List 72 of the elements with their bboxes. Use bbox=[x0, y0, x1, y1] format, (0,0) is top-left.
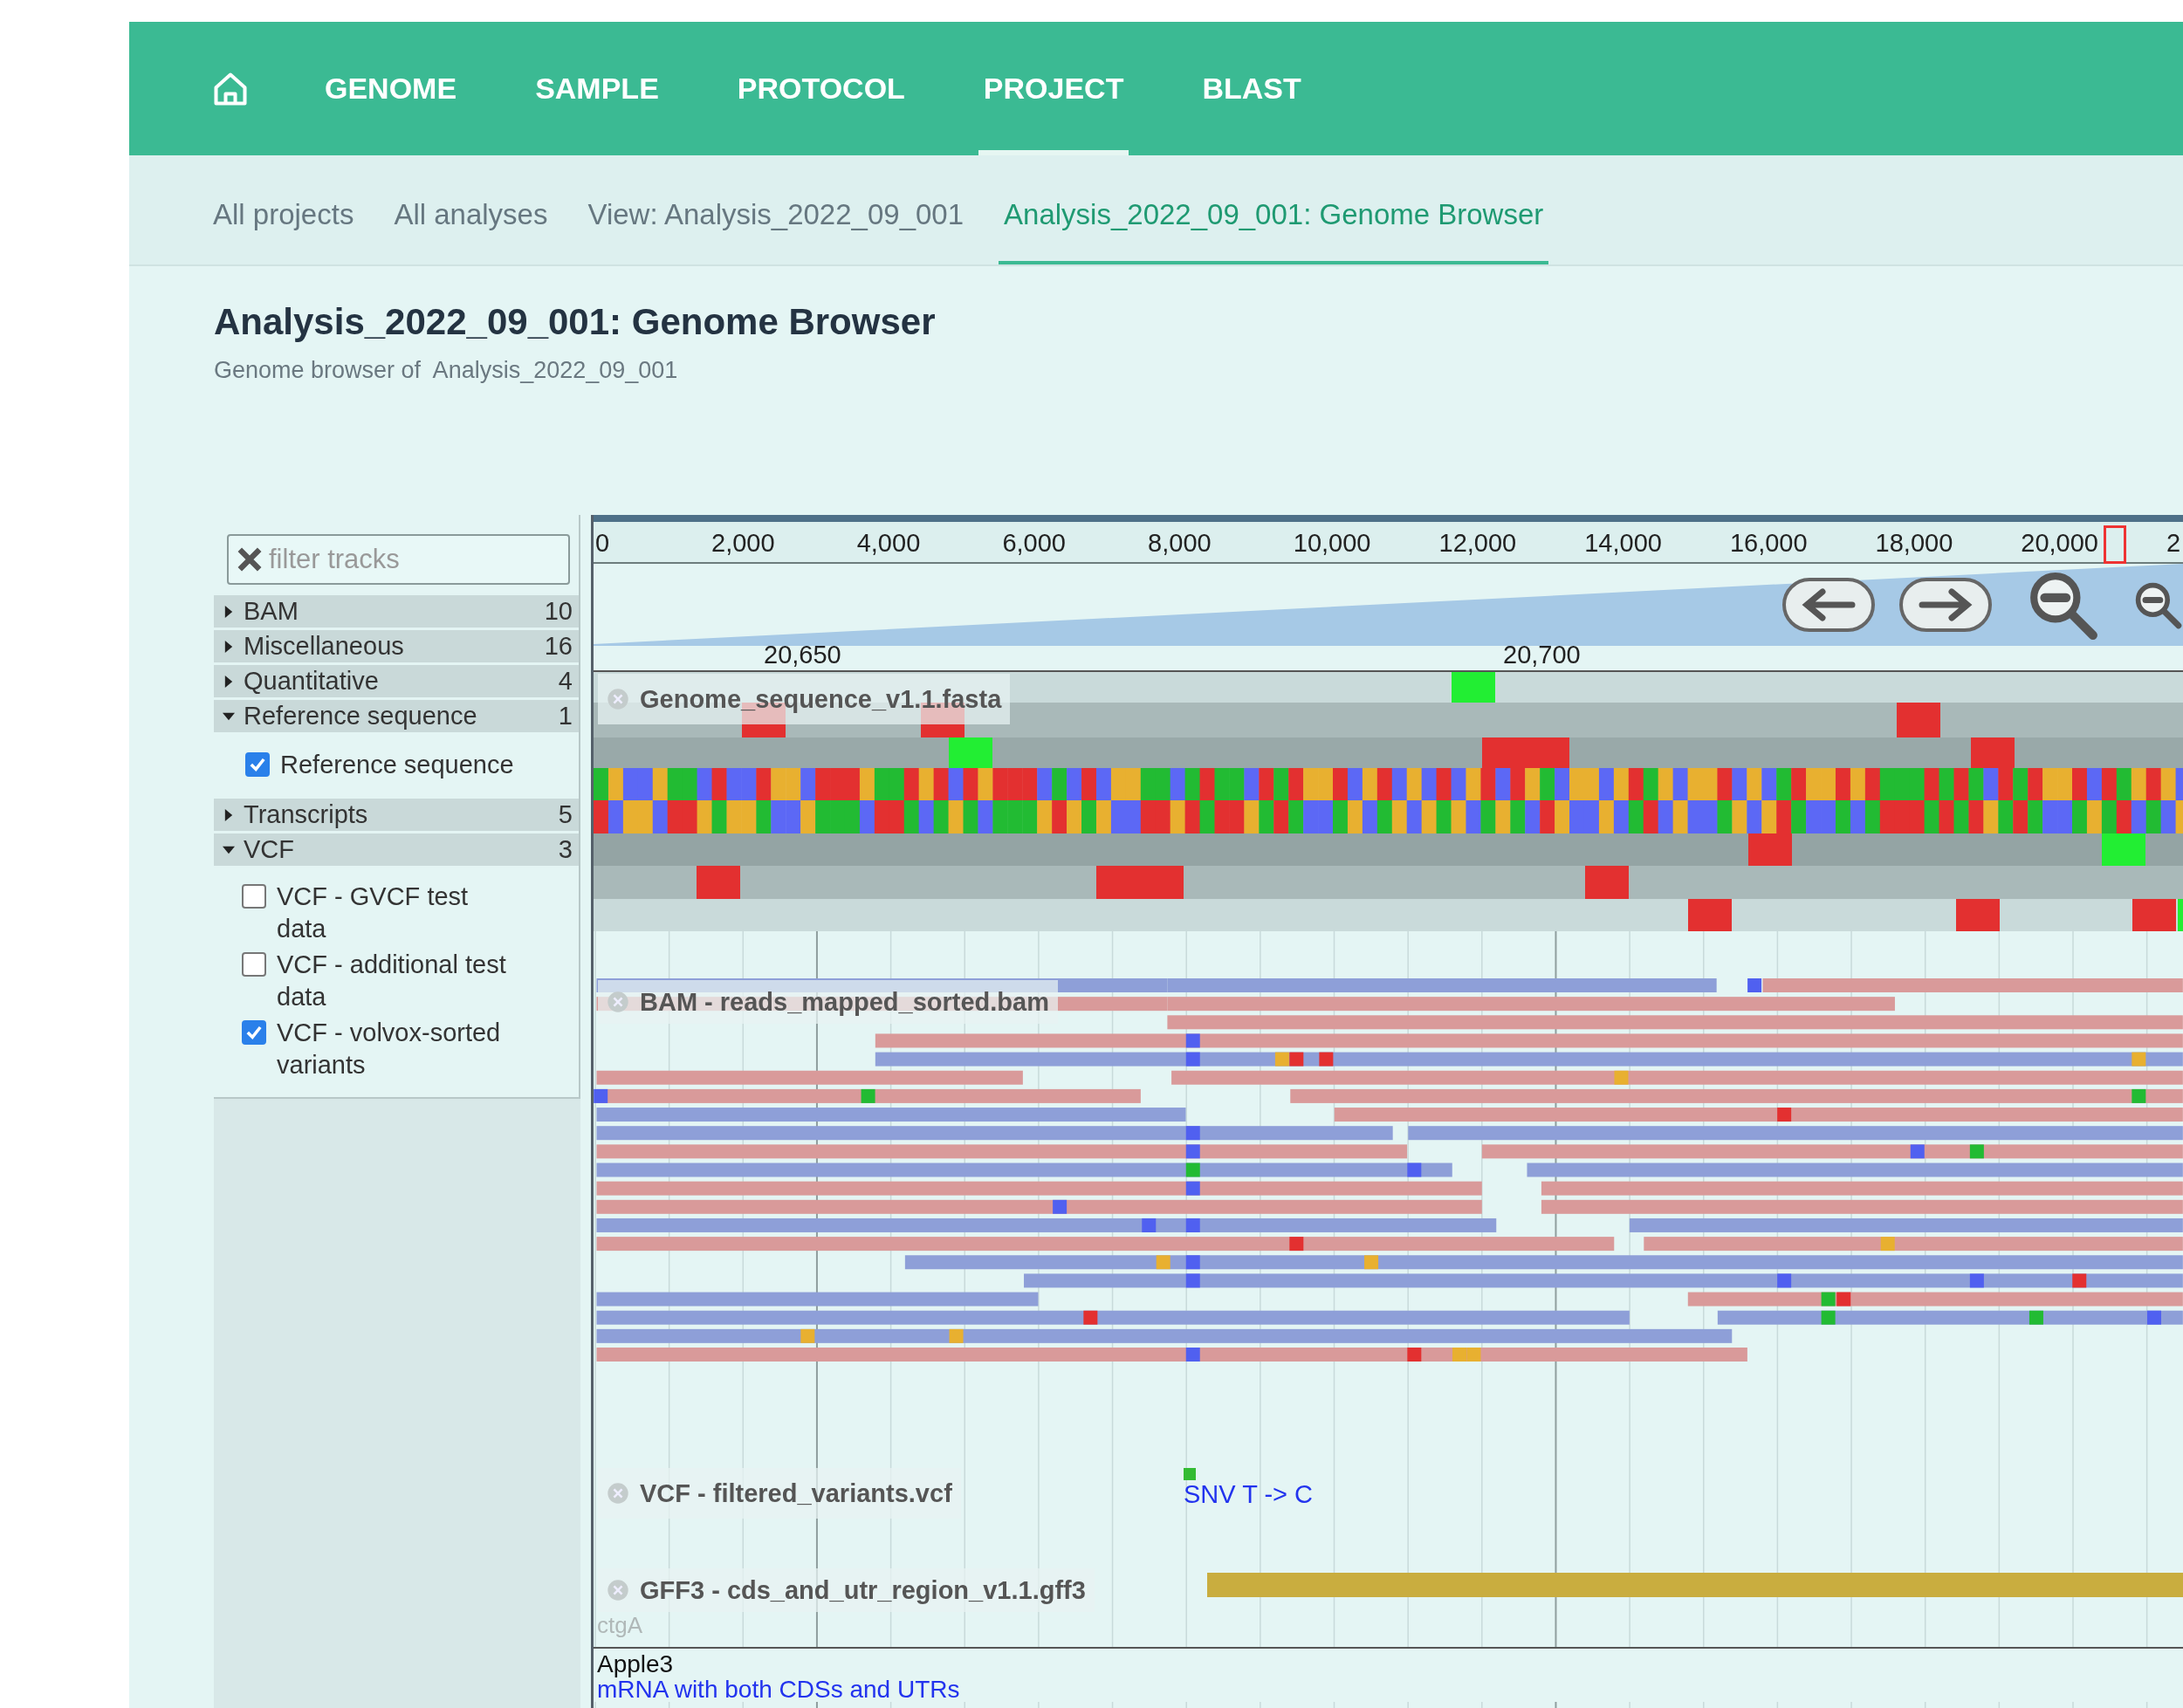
track-count: 3 bbox=[558, 835, 573, 864]
ruler-label: 2 bbox=[2166, 529, 2181, 558]
track-count: 16 bbox=[544, 632, 573, 661]
checkbox[interactable] bbox=[242, 884, 266, 909]
close-icon bbox=[607, 1482, 629, 1505]
pan-left-button[interactable] bbox=[1782, 578, 1875, 632]
track-label: Reference sequence bbox=[280, 751, 514, 779]
ruler-label: 10,000 bbox=[1293, 529, 1371, 558]
ruler-label: 14,000 bbox=[1584, 529, 1662, 558]
close-icon bbox=[607, 688, 629, 710]
page-title: Analysis_2022_09_001: Genome Browser bbox=[214, 301, 937, 343]
track-count: 4 bbox=[558, 667, 573, 696]
category-label: Reference sequence bbox=[244, 702, 478, 731]
ruler-label: 0 bbox=[595, 529, 610, 558]
breadcrumb-tab[interactable]: Analysis_2022_09_001: Genome Browser bbox=[999, 155, 1549, 264]
track-count: 10 bbox=[544, 597, 573, 626]
filter-field[interactable]: filter tracks bbox=[227, 534, 570, 585]
caret-right-icon bbox=[223, 675, 235, 688]
category-label: Quantitative bbox=[244, 667, 380, 696]
nav-tab[interactable]: PROTOCOL bbox=[731, 22, 910, 155]
caret-right-icon bbox=[223, 605, 235, 618]
category-label: VCF bbox=[244, 835, 295, 864]
close-icon bbox=[607, 1579, 629, 1602]
track-count: 1 bbox=[558, 702, 573, 731]
track-label: VCF - GVCF test data bbox=[277, 881, 470, 944]
checkbox[interactable] bbox=[242, 952, 266, 977]
checkbox[interactable] bbox=[245, 752, 270, 777]
category-header[interactable]: VCF 3 bbox=[214, 833, 579, 866]
ruler-label: 12,000 bbox=[1438, 529, 1517, 558]
nav-tab[interactable]: SAMPLE bbox=[530, 22, 664, 155]
ruler-label: 2,000 bbox=[711, 529, 775, 558]
breadcrumb-tab[interactable]: View: Analysis_2022_09_001 bbox=[582, 155, 970, 264]
category-label: Miscellaneous bbox=[244, 632, 405, 661]
scale-label: 20,650 bbox=[764, 641, 841, 669]
ruler-label: 8,000 bbox=[1148, 529, 1212, 558]
feature-name: Apple3 bbox=[597, 1651, 675, 1677]
track-label: VCF - volvox-sorted variants bbox=[277, 1018, 502, 1080]
ruler-label: 20,000 bbox=[2021, 529, 2098, 558]
clear-icon bbox=[236, 545, 264, 573]
scale-label: 20,700 bbox=[1503, 641, 1581, 669]
track-name: Genome_sequence_v1.1.fasta bbox=[640, 684, 1002, 714]
caret-right-icon bbox=[223, 808, 235, 821]
close-icon bbox=[607, 991, 629, 1013]
track-count: 5 bbox=[558, 800, 573, 829]
zoom-out-icon[interactable] bbox=[2133, 580, 2182, 629]
category-header[interactable]: Miscellaneous 16 bbox=[214, 630, 579, 662]
breadcrumb-tab[interactable]: All analyses bbox=[388, 155, 553, 264]
category-header[interactable]: Quantitative 4 bbox=[214, 665, 579, 697]
nav-tab[interactable]: GENOME bbox=[319, 22, 463, 155]
ruler-label: 16,000 bbox=[1729, 529, 1808, 558]
track-name: GFF3 - cds_and_utr_region_v1.1.gff3 bbox=[640, 1575, 1086, 1605]
reference-name: ctgA bbox=[597, 1612, 643, 1639]
category-header[interactable]: Reference sequence 1 bbox=[214, 700, 579, 732]
view-position-marker bbox=[2104, 525, 2126, 564]
track-name: VCF - filtered_variants.vcf bbox=[640, 1478, 952, 1508]
breadcrumb-tab[interactable]: All projects bbox=[208, 155, 360, 264]
ruler-label: 6,000 bbox=[1002, 529, 1066, 558]
track-name: BAM - reads_mapped_sorted.bam bbox=[640, 987, 1049, 1017]
nav-tab[interactable]: BLAST bbox=[1197, 22, 1307, 155]
caret-right-icon bbox=[223, 640, 235, 653]
category-header[interactable]: BAM 10 bbox=[214, 595, 579, 628]
category-label: BAM bbox=[244, 597, 299, 626]
page-subtitle: Genome browser of Analysis_2022_09_001 bbox=[214, 357, 679, 384]
category-label: Transcripts bbox=[244, 800, 369, 829]
variant-label[interactable]: SNV T -> C bbox=[1184, 1480, 1313, 1509]
ruler-label: 4,000 bbox=[856, 529, 921, 558]
track-label: VCF - additional test data bbox=[277, 950, 507, 1012]
variant-marker[interactable] bbox=[1184, 1468, 1196, 1480]
ruler-label: 18,000 bbox=[1875, 529, 1953, 558]
feature-description[interactable]: mRNA with both CDSs and UTRs bbox=[597, 1677, 2183, 1702]
category-header[interactable]: Transcripts 5 bbox=[214, 799, 579, 831]
checkbox[interactable] bbox=[242, 1020, 266, 1045]
